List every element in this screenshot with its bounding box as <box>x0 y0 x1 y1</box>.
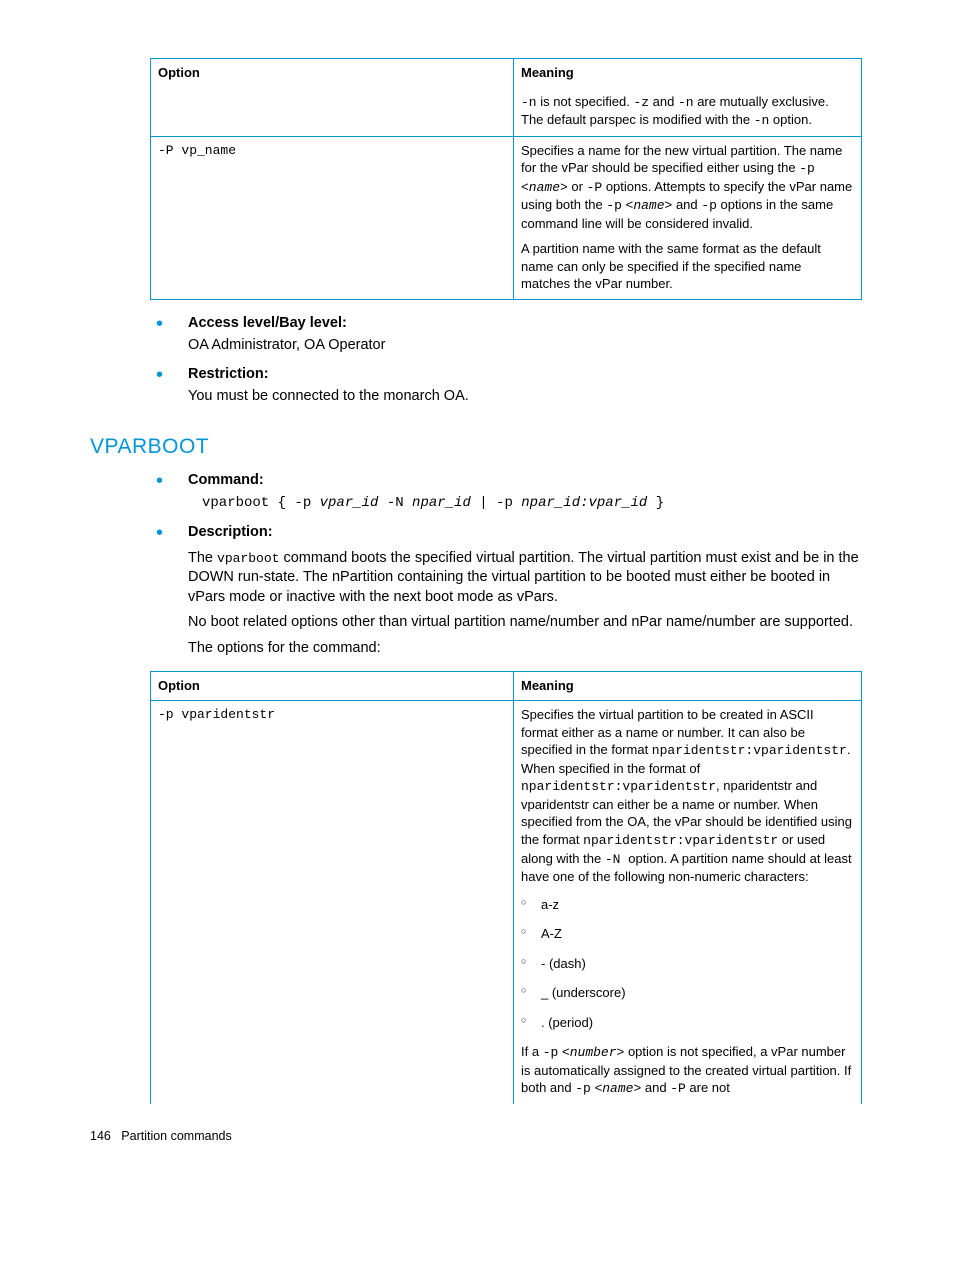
body: You must be connected to the monarch OA. <box>188 387 864 407</box>
label: Description: <box>188 524 273 540</box>
char-item: . (period) <box>521 1014 854 1032</box>
list-item-description: Description: The vparboot command boots … <box>150 523 864 658</box>
col-meaning: Meaning <box>514 671 862 701</box>
options-table-2: Option Meaning -p vparidentstr Specifies… <box>150 671 862 1104</box>
table-row: -n is not specified. -z and -n are mutua… <box>151 88 862 137</box>
option-cell: -p vparidentstr <box>151 701 514 1104</box>
table-header-row: Option Meaning <box>151 59 862 88</box>
label: Command: <box>188 472 264 488</box>
char-list: a-z A-Z - (dash) _ (underscore) . (perio… <box>521 896 854 1032</box>
meaning-text: A partition name with the same format as… <box>521 240 854 293</box>
desc-p2: No boot related options other than virtu… <box>188 613 864 633</box>
table-row: -P vp_name Specifies a name for the new … <box>151 136 862 299</box>
option-cell <box>151 88 514 137</box>
col-option: Option <box>151 59 514 88</box>
label: Restriction: <box>188 366 269 382</box>
meaning-cell: Specifies the virtual partition to be cr… <box>514 701 862 1104</box>
page-content: Option Meaning -n is not specified. -z a… <box>0 0 954 1175</box>
meaning-text: Specifies the virtual partition to be cr… <box>521 706 854 885</box>
page-number: 146 <box>90 1129 111 1143</box>
vparboot-list: Command: vparboot { -p vpar_id -N npar_i… <box>150 471 864 659</box>
char-item: - (dash) <box>521 955 854 973</box>
meaning-text: -n is not specified. -z and -n are mutua… <box>521 93 854 130</box>
list-item-restriction: Restriction: You must be connected to th… <box>150 365 864 406</box>
page-footer: 146 Partition commands <box>90 1128 864 1145</box>
char-item: _ (underscore) <box>521 984 854 1002</box>
options-table-1: Option Meaning -n is not specified. -z a… <box>150 58 862 300</box>
option-cell: -P vp_name <box>151 136 514 299</box>
meaning-cell: Specifies a name for the new virtual par… <box>514 136 862 299</box>
table-row: -p vparidentstr Specifies the virtual pa… <box>151 701 862 1104</box>
body: OA Administrator, OA Operator <box>188 336 864 356</box>
char-item: A-Z <box>521 925 854 943</box>
meaning-cell: -n is not specified. -z and -n are mutua… <box>514 88 862 137</box>
col-option: Option <box>151 671 514 701</box>
list-item-command: Command: vparboot { -p vpar_id -N npar_i… <box>150 471 864 513</box>
footer-title: Partition commands <box>121 1129 231 1143</box>
col-meaning: Meaning <box>514 59 862 88</box>
section-heading-vparboot: VPARBOOT <box>90 424 864 465</box>
desc-p1: The vparboot command boots the specified… <box>188 549 864 608</box>
label: Access level/Bay level: <box>188 315 347 331</box>
table-header-row: Option Meaning <box>151 671 862 701</box>
meaning-text: Specifies a name for the new virtual par… <box>521 142 854 233</box>
info-list: Access level/Bay level: OA Administrator… <box>150 314 864 406</box>
list-item-access: Access level/Bay level: OA Administrator… <box>150 314 864 355</box>
desc-p3: The options for the command: <box>188 639 864 659</box>
meaning-text: If a -p <number> option is not specified… <box>521 1043 854 1098</box>
char-item: a-z <box>521 896 854 914</box>
command-syntax: vparboot { -p vpar_id -N npar_id | -p np… <box>202 494 864 513</box>
